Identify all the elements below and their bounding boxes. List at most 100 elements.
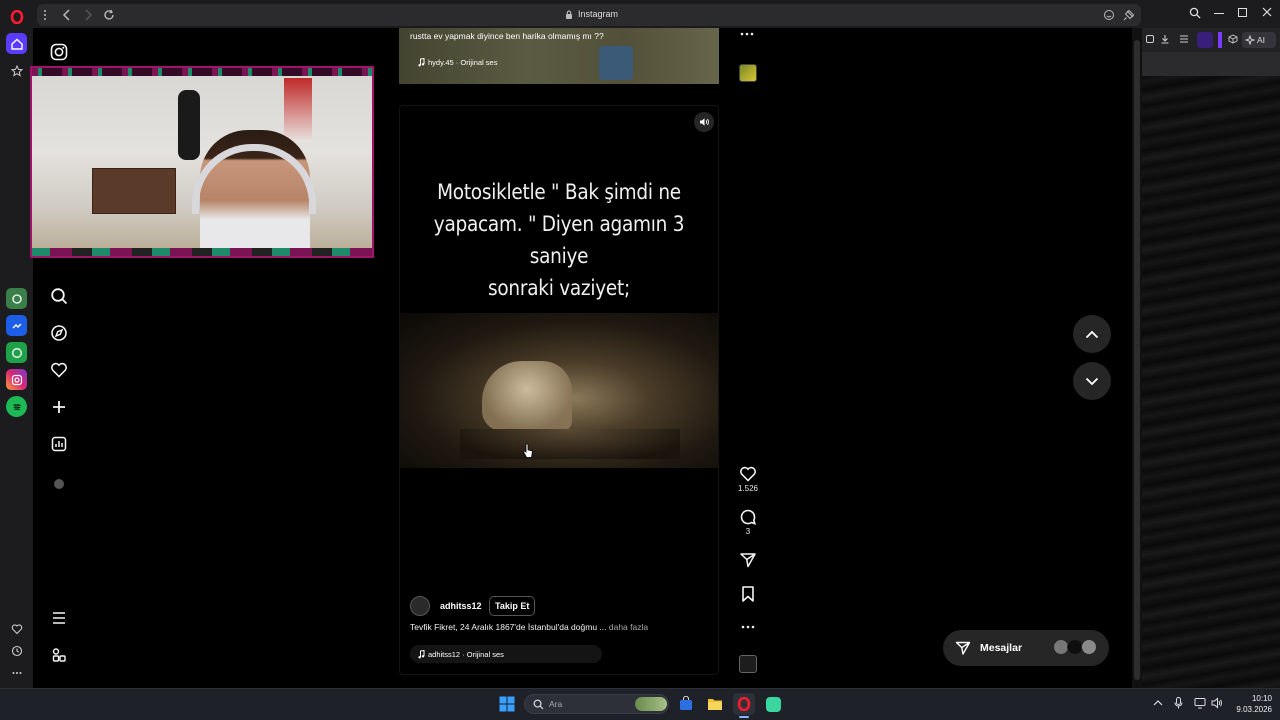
reel-more-action[interactable]: [732, 625, 764, 629]
previous-reel-audio-cover[interactable]: [739, 64, 757, 82]
reel-audio-label: adhitss12 · Orijinal ses: [428, 649, 504, 659]
save-action[interactable]: [732, 585, 764, 603]
messages-button[interactable]: Mesajlar: [943, 630, 1109, 666]
like-heart-icon[interactable]: [739, 465, 757, 483]
forward-icon[interactable]: [83, 9, 93, 21]
punching-bag: [178, 90, 200, 160]
reel-music-note-icon: [418, 649, 425, 658]
dresser: [92, 168, 176, 214]
reel-video-frame[interactable]: [400, 313, 718, 468]
heart-icon[interactable]: [6, 618, 27, 639]
tray-chevron-up-icon[interactable]: [1153, 699, 1163, 706]
also-from-meta-icon[interactable]: [47, 643, 71, 667]
create-plus-icon[interactable]: [47, 395, 71, 419]
follow-button[interactable]: Takip Et: [489, 596, 536, 616]
tab-icon[interactable]: [1146, 35, 1154, 43]
hamburger-menu-icon[interactable]: [47, 606, 71, 630]
side-panel-header: [1142, 52, 1280, 76]
history-icon[interactable]: [6, 640, 27, 661]
star-icon[interactable]: [6, 60, 27, 81]
webcam-frame-bottom: [32, 248, 372, 256]
display-icon[interactable]: [1194, 697, 1206, 709]
music-note-icon: [418, 58, 425, 67]
share-send-icon[interactable]: [739, 551, 757, 569]
chevron-down-icon: [1085, 377, 1099, 385]
reel-overlay-line-3: sonraki vaziyet;: [488, 276, 630, 300]
more-link[interactable]: daha fazla: [609, 622, 648, 632]
reel-more-icon[interactable]: [741, 625, 755, 629]
taskbar-search-placeholder: Ara: [549, 699, 563, 709]
taskbar-app-store-icon[interactable]: [675, 693, 697, 715]
spotify-icon[interactable]: [6, 396, 27, 417]
reel-overlay-text: Motosikletle " Bak şimdi ne yapacam. " D…: [419, 176, 699, 304]
close-icon[interactable]: [1262, 7, 1272, 17]
emoji-icon[interactable]: [1103, 9, 1115, 21]
scene-ground: [460, 429, 680, 459]
whatsapp-icon[interactable]: [6, 342, 27, 363]
ai-button[interactable]: AI: [1242, 32, 1276, 48]
opera-active-indicator: [739, 716, 749, 718]
taskbar-app-icon[interactable]: [762, 693, 784, 715]
maximize-icon[interactable]: [1238, 8, 1247, 17]
reel-overlay-line-2: yapacam. " Diyen agamın 3 saniye: [433, 212, 685, 268]
hanging-clothes: [284, 78, 312, 142]
address-bar[interactable]: Instagram: [37, 4, 1141, 26]
instagram-app-icon[interactable]: [6, 369, 27, 390]
previous-reel-more-icon[interactable]: [740, 32, 754, 36]
download-icon[interactable]: [1160, 34, 1170, 44]
like-action[interactable]: 1.526: [732, 465, 764, 493]
previous-reel[interactable]: rustta ev yapmak diyince ben harika olma…: [399, 28, 719, 84]
more-icon[interactable]: [6, 662, 27, 683]
chatgpt-icon[interactable]: [6, 288, 27, 309]
reel-audio-pill[interactable]: adhitss12 · Orijinal ses: [410, 645, 602, 663]
messages-label: Mesajlar: [980, 642, 1023, 654]
taskbar-opera-icon[interactable]: [733, 693, 755, 715]
clock-time: 10:10: [1251, 694, 1272, 703]
previous-reel-audio[interactable]: hydy.45 · Orijinal ses: [428, 58, 497, 67]
explore-icon[interactable]: [47, 321, 71, 345]
reel-overlay-line-1: Motosikletle " Bak şimdi ne: [437, 180, 681, 204]
tab-title: Instagram: [578, 9, 619, 19]
ai-sparkle-icon: [1245, 35, 1255, 45]
taskbar-clock[interactable]: 10:10 9.03.2026: [1228, 693, 1272, 715]
messenger-icon[interactable]: [6, 315, 27, 336]
author-avatar[interactable]: [410, 596, 430, 616]
scrollbar-thumb[interactable]: [1134, 40, 1140, 680]
home-icon[interactable]: [6, 33, 27, 54]
share-action[interactable]: [732, 551, 764, 569]
messages-send-icon: [955, 641, 971, 655]
search-browser-icon[interactable]: [1189, 7, 1201, 19]
pin-icon[interactable]: [1123, 9, 1135, 21]
side-panel-toolbar: AI: [1142, 28, 1280, 52]
search-icon[interactable]: [47, 284, 71, 308]
taskbar-search-icon: [533, 699, 544, 710]
reel-audio-cover[interactable]: [739, 655, 757, 673]
opera-logo-icon[interactable]: [6, 6, 27, 27]
back-icon[interactable]: [62, 9, 72, 21]
cube-icon[interactable]: [1228, 34, 1238, 44]
list-icon[interactable]: [1179, 34, 1189, 44]
windows-start-icon[interactable]: [496, 693, 518, 715]
previous-reel-button[interactable]: [1073, 315, 1111, 353]
menu-dots-icon[interactable]: [43, 9, 47, 21]
comment-count: 3: [745, 527, 751, 536]
speaker-icon[interactable]: [1211, 697, 1223, 709]
comment-action[interactable]: 3: [732, 508, 764, 536]
bookmark-icon[interactable]: [739, 585, 757, 603]
reload-icon[interactable]: [103, 9, 115, 21]
taskbar-search[interactable]: Ara: [524, 694, 669, 714]
author-username[interactable]: adhitss12: [440, 601, 482, 611]
instagram-logo-icon[interactable]: [47, 40, 71, 64]
minimize-icon[interactable]: [1214, 13, 1224, 14]
taskbar-file-explorer-icon[interactable]: [704, 693, 726, 715]
microphone-icon[interactable]: [1174, 697, 1183, 709]
dashboard-icon[interactable]: [47, 432, 71, 456]
next-reel-button[interactable]: [1073, 362, 1111, 400]
extension-icon[interactable]: [1197, 32, 1213, 48]
notifications-heart-icon[interactable]: [47, 358, 71, 382]
comment-icon[interactable]: [739, 508, 757, 526]
volume-icon[interactable]: [694, 112, 714, 132]
clock-date: 9.03.2026: [1236, 705, 1272, 714]
profile-avatar[interactable]: [47, 472, 71, 496]
ai-button-label: AI: [1257, 35, 1266, 45]
